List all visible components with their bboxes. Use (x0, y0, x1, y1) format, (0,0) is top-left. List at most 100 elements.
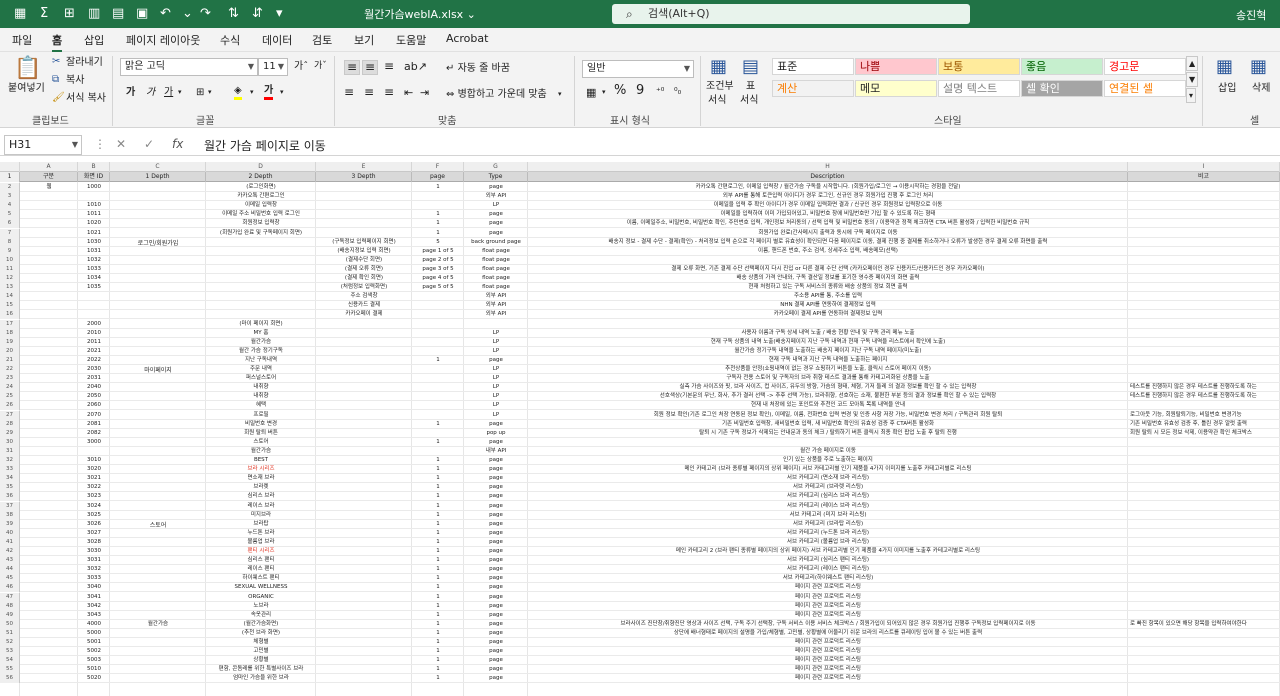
cell-b[interactable]: 1035 (78, 283, 110, 292)
cell-b[interactable]: 5003 (78, 656, 110, 665)
cell-g[interactable]: page (464, 647, 528, 656)
cell-i[interactable] (1128, 529, 1280, 538)
cell-i[interactable]: 회원 탈퇴 시 모든 정보 삭제, 이용약관 확인 체크박스 (1128, 429, 1280, 438)
cell-f[interactable] (412, 320, 464, 329)
cell-h[interactable]: 월간가슴 정기구독 내역을 노출하는 배송지 페이지 지난 구독 내역 페이지(… (528, 347, 1128, 356)
cell-b[interactable]: 1032 (78, 256, 110, 265)
cell-d[interactable]: 월간 가슴 정기구독 (206, 347, 316, 356)
tab-review[interactable]: 검토 (312, 32, 332, 48)
cell-d[interactable]: 체형별 (206, 638, 316, 647)
cell-i[interactable] (1128, 556, 1280, 565)
cell-c[interactable] (110, 329, 206, 338)
cell-c[interactable] (110, 511, 206, 520)
cell-f[interactable] (412, 301, 464, 310)
tab-data[interactable]: 데이터 (262, 32, 292, 48)
cell-c[interactable] (110, 583, 206, 592)
cell-c[interactable] (110, 529, 206, 538)
cell-b[interactable]: 2000 (78, 320, 110, 329)
cell-i[interactable] (1128, 547, 1280, 556)
row-number[interactable]: 44 (0, 565, 20, 575)
align-center-icon[interactable]: ≡ (364, 86, 374, 99)
cell-d[interactable]: 노브라 (206, 602, 316, 611)
cell-c[interactable] (110, 474, 206, 483)
cell-g[interactable]: page (464, 456, 528, 465)
cell-i[interactable]: 테스트를 진행하지 않은 경우 테스트를 진행하도록 하는 (1128, 383, 1280, 392)
cell-b[interactable]: 3028 (78, 538, 110, 547)
cell-h[interactable]: 현재 구독 상품의 내역 노출(배송지페이지 지난 구독 내역과 현재 구독 내… (528, 338, 1128, 347)
row-number[interactable]: 24 (0, 383, 20, 393)
cell-d[interactable]: 볼륨업 브라 (206, 538, 316, 547)
cell-d[interactable]: 카카오톡 간편로그인 (206, 192, 316, 201)
cell-a[interactable] (20, 411, 78, 420)
cell-a[interactable] (20, 511, 78, 520)
cell-b[interactable]: 1011 (78, 210, 110, 219)
cell-g[interactable]: page (464, 556, 528, 565)
cell-e[interactable] (316, 492, 412, 501)
cell-d[interactable]: MY 홈 (206, 329, 316, 338)
cell-a[interactable] (20, 556, 78, 565)
cell-b[interactable]: 3033 (78, 574, 110, 583)
cell-h[interactable]: 선호색상(기본문의 무난, 화사, 추가 결러 선택 -> 추후 선택 가능),… (528, 392, 1128, 401)
cell-e[interactable] (316, 329, 412, 338)
cell-c[interactable] (110, 292, 206, 301)
worksheet-grid[interactable]: ABCDEFGHI 1 구분 화면 ID 1 Depth 2 Depth 3 Depth p… (0, 162, 1280, 696)
cell-b[interactable]: 3010 (78, 456, 110, 465)
cell-h[interactable]: 카카오톡 간편로그인, 이메일 입력창 / 월간가슴 구독을 시작합니다. (회… (528, 183, 1128, 192)
cell-e[interactable] (316, 411, 412, 420)
cell-e[interactable] (316, 429, 412, 438)
cell-e[interactable] (316, 456, 412, 465)
styles-scroll-down-icon[interactable]: ▼ (1186, 72, 1199, 87)
cell-g[interactable]: page (464, 520, 528, 529)
cell-a[interactable] (20, 392, 78, 401)
cell-f[interactable]: page 5 of 5 (412, 283, 464, 292)
cell-c[interactable] (110, 574, 206, 583)
tab-formulas[interactable]: 수식 (220, 32, 240, 48)
cell-b[interactable]: 3020 (78, 465, 110, 474)
cell-i[interactable] (1128, 492, 1280, 501)
cell-g[interactable] (464, 320, 528, 329)
cell-a[interactable] (20, 520, 78, 529)
cell-e[interactable]: (처럼정보 입력화면) (316, 283, 412, 292)
cell-c[interactable] (110, 210, 206, 219)
row-number[interactable]: 41 (0, 537, 20, 547)
cell-style-5[interactable]: 계산 (772, 80, 854, 97)
copy-button[interactable]: 복사 (66, 74, 84, 87)
cell-b[interactable]: 3027 (78, 529, 110, 538)
cell-b[interactable]: 2040 (78, 383, 110, 392)
cell-g[interactable]: LP (464, 201, 528, 210)
cell-h[interactable]: 월간 가슴 페이지로 이동 (528, 447, 1128, 456)
cell-i[interactable] (1128, 465, 1280, 474)
cell-i[interactable] (1128, 292, 1280, 301)
increase-font-icon[interactable]: 가ˆ (294, 60, 308, 73)
cell-b[interactable]: 1033 (78, 265, 110, 274)
cell-b[interactable]: 5020 (78, 674, 110, 683)
cell-i[interactable] (1128, 301, 1280, 310)
merge-dropdown-icon[interactable]: ▾ (558, 88, 562, 101)
cell-h[interactable]: 현재 내 처장에 있는 포인트와 추천인 코드 모아톡 목록 내역을 안내 (528, 401, 1128, 410)
row-number[interactable]: 51 (0, 628, 20, 638)
tab-acrobat[interactable]: Acrobat (446, 32, 488, 45)
cell-h[interactable]: 주소용 API를 통, 주소를 입력 (528, 292, 1128, 301)
cell-a[interactable] (20, 229, 78, 238)
cell-c[interactable] (110, 665, 206, 674)
cell-c[interactable] (110, 283, 206, 292)
row-number[interactable]: 1 (0, 172, 20, 182)
cell-g[interactable]: page (464, 229, 528, 238)
format-as-table-button-line2[interactable]: 서식 (740, 94, 758, 107)
insert-function-icon[interactable]: fx (172, 137, 183, 151)
cell-g[interactable]: page (464, 356, 528, 365)
cell-b[interactable]: 3041 (78, 593, 110, 602)
cell-f[interactable] (412, 374, 464, 383)
cell-a[interactable] (20, 465, 78, 474)
row-number[interactable]: 16 (0, 310, 20, 320)
cell-i[interactable] (1128, 210, 1280, 219)
cell-a[interactable] (20, 365, 78, 374)
cell-c[interactable] (110, 347, 206, 356)
cell-a[interactable] (20, 256, 78, 265)
cell-a[interactable] (20, 292, 78, 301)
cell-i[interactable] (1128, 456, 1280, 465)
cell-e[interactable]: (구독정보 입력페이지 회면) (316, 238, 412, 247)
cell-b[interactable]: 3025 (78, 511, 110, 520)
header-cell[interactable]: 1 Depth (110, 172, 206, 182)
cell-c[interactable] (110, 447, 206, 456)
